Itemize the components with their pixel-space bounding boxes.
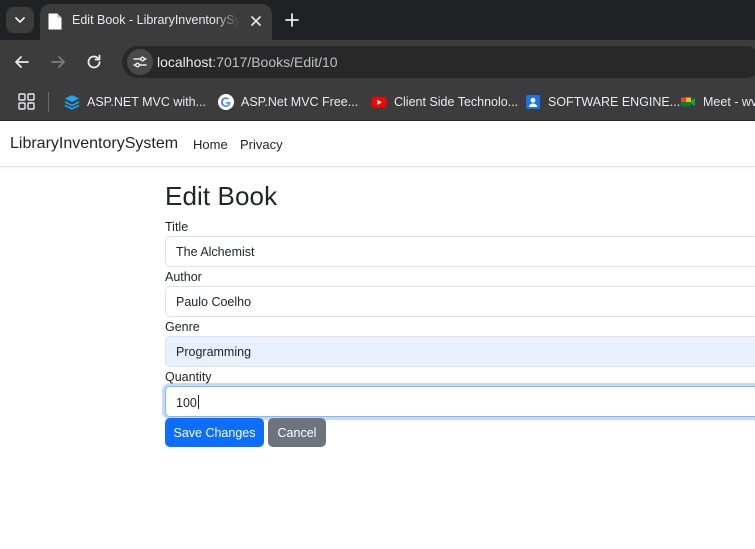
nav-link-home[interactable]: Home (193, 137, 228, 152)
url-path: :7017/Books/Edit/10 (212, 54, 338, 70)
quantity-value-text: 100 (176, 396, 197, 410)
bookmark-item[interactable]: SOFTWARE ENGINE... (525, 92, 680, 112)
navbar-brand[interactable]: LibraryInventorySystem (10, 135, 178, 153)
bookmark-item[interactable]: Client Side Technolo... (371, 92, 518, 112)
google-icon (218, 94, 234, 110)
browser-toolbar: localhost:7017/Books/Edit/10 (0, 40, 755, 84)
youtube-icon (371, 97, 387, 108)
tab-title: Edit Book - LibraryInventorySystem (72, 13, 240, 27)
page-title: Edit Book (165, 181, 278, 211)
back-arrow-icon[interactable] (12, 52, 32, 72)
reload-icon[interactable] (84, 52, 104, 72)
save-changes-button[interactable]: Save Changes (165, 418, 264, 447)
tab-search-button[interactable] (6, 7, 34, 33)
text-caret (197, 395, 199, 409)
bookmark-item[interactable]: Meet - wv (680, 92, 755, 112)
title-label: Title (165, 220, 189, 234)
nav-link-privacy[interactable]: Privacy (240, 137, 283, 152)
bookmarks-separator (48, 92, 49, 112)
site-info-button[interactable] (127, 49, 153, 75)
meet-icon (681, 97, 695, 107)
contact-icon (526, 95, 540, 109)
apps-grid-icon[interactable] (18, 93, 35, 110)
author-input[interactable]: Paulo Coelho (165, 286, 755, 317)
bookmark-label: SOFTWARE ENGINE... (548, 95, 681, 109)
bookmark-label: Client Side Technolo... (394, 95, 519, 109)
site-navbar: LibraryInventorySystem Home Privacy (0, 121, 755, 167)
quantity-input[interactable]: 100 (165, 386, 755, 417)
genre-input[interactable]: Programming (165, 336, 755, 367)
quantity-input-value: 100 (176, 395, 199, 410)
genre-input-value: Programming (176, 345, 252, 359)
stack-icon (64, 95, 80, 110)
author-label: Author (165, 270, 202, 284)
quantity-label: Quantity (165, 370, 212, 384)
bookmark-label: Meet - wv (703, 95, 755, 109)
title-input-value: The Alchemist (176, 245, 255, 259)
browser-tab-strip: Edit Book - LibraryInventorySystem (0, 0, 755, 40)
author-input-value: Paulo Coelho (176, 295, 252, 309)
forward-arrow-icon[interactable] (48, 52, 68, 72)
bookmark-item[interactable]: ASP.Net MVC Free... (218, 92, 358, 112)
active-tab[interactable]: Edit Book - LibraryInventorySystem (40, 4, 272, 40)
chevron-down-icon (15, 17, 25, 23)
bookmark-item[interactable]: ASP.NET MVC with... (64, 92, 206, 112)
bookmark-label: ASP.Net MVC Free... (241, 95, 359, 109)
cancel-button[interactable]: Cancel (268, 418, 326, 447)
url-text: localhost:7017/Books/Edit/10 (157, 54, 338, 70)
genre-label: Genre (165, 320, 200, 334)
document-icon (48, 13, 62, 30)
new-tab-plus-icon[interactable] (282, 10, 302, 30)
bookmarks-bar: ASP.NET MVC with... ASP.Net MVC Free... … (0, 84, 755, 121)
title-input[interactable]: The Alchemist (165, 236, 755, 267)
bookmark-label: ASP.NET MVC with... (87, 95, 207, 109)
address-bar[interactable]: localhost:7017/Books/Edit/10 (122, 46, 755, 78)
url-host: localhost (157, 54, 213, 70)
tune-icon (133, 56, 147, 68)
close-icon[interactable] (248, 13, 264, 29)
